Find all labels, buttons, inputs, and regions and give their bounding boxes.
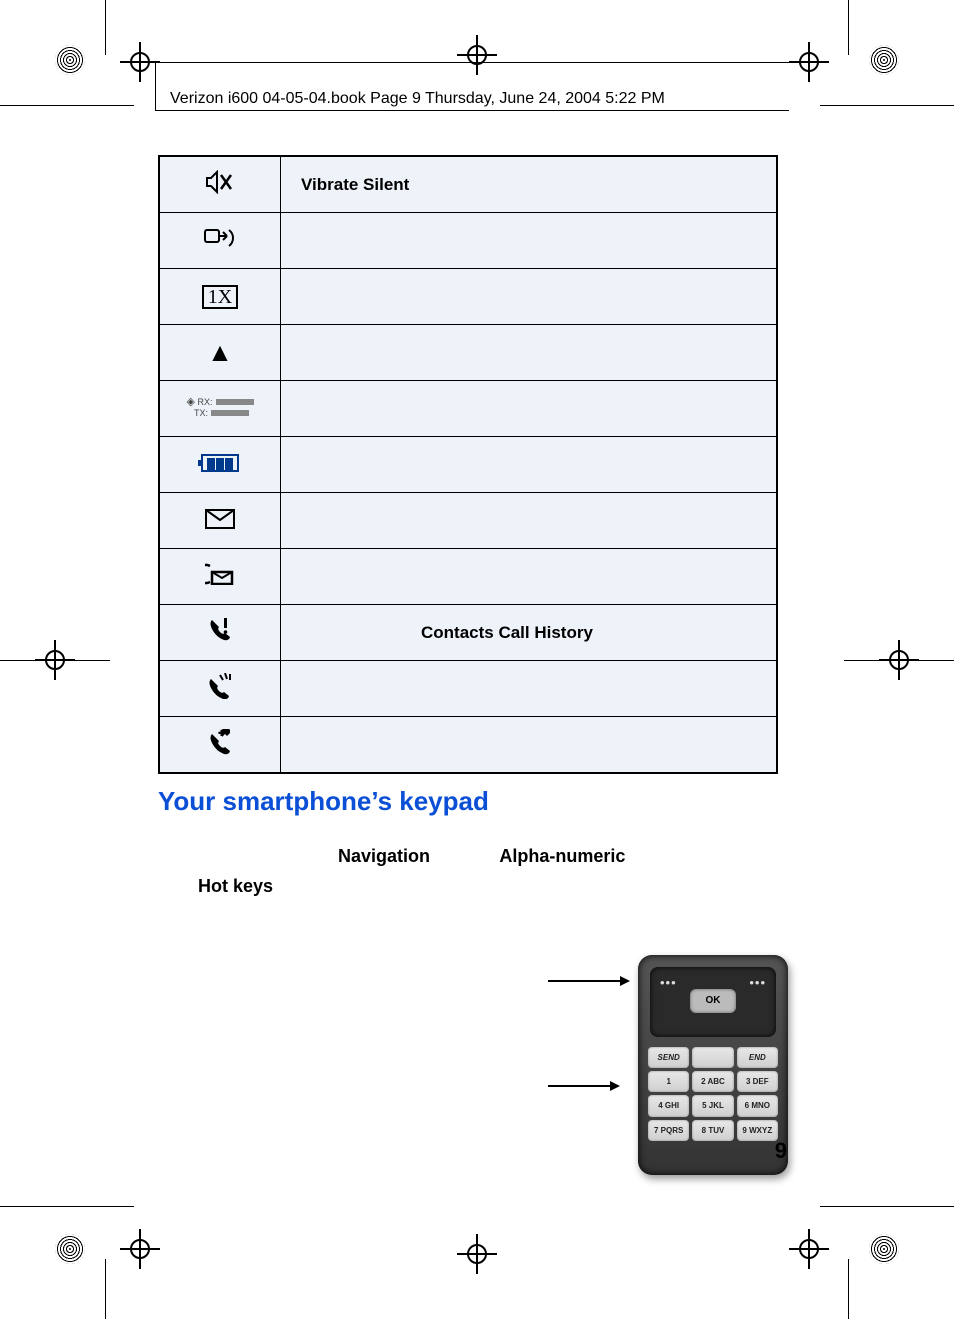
reg-mark-br	[869, 1234, 899, 1264]
ok-button-icon: OK	[690, 989, 736, 1013]
phone-illustration: ••• ••• OK SEND END 1 2 ABC 3 DEF 4 GHI …	[608, 945, 808, 1205]
send-key: SEND	[648, 1047, 689, 1068]
voicemail-desc	[281, 549, 778, 605]
roam-icon-cell: ▲	[159, 325, 281, 381]
content-area: Vibrate Silent 1X ▲	[158, 155, 778, 901]
envelope-desc	[281, 493, 778, 549]
missed-label: Contacts Call History	[421, 623, 593, 642]
crop-rule-top-b	[820, 105, 954, 106]
crop-rule-tl-v	[105, 0, 106, 55]
table-row: ▲	[159, 325, 777, 381]
envelope-icon-cell	[159, 493, 281, 549]
key-4: 4 GHI	[648, 1095, 689, 1116]
mute-icon-cell	[159, 156, 281, 213]
battery-desc	[281, 437, 778, 493]
crop-rule-left-h	[0, 660, 110, 661]
call-hold-icon	[207, 729, 233, 759]
hold-icon-cell	[159, 717, 281, 774]
key-6: 6 MNO	[737, 1095, 778, 1116]
battery-icon	[201, 454, 239, 472]
page-number: 9	[167, 1138, 787, 1164]
keypad-labels: Navigation Alpha-numeric Hot keys	[158, 841, 778, 901]
blank-key	[692, 1047, 733, 1068]
call-forward-icon	[203, 226, 237, 254]
table-row: Contacts Call History	[159, 605, 777, 661]
incoming-icon-cell	[159, 661, 281, 717]
softkey-right-icon: •••	[749, 975, 766, 990]
crop-rule-bl-v	[105, 1259, 106, 1319]
key-3: 3 DEF	[737, 1071, 778, 1092]
voicemail-icon-cell	[159, 549, 281, 605]
hot-label: Hot keys	[198, 876, 273, 896]
header-frame-top	[155, 62, 789, 63]
mute-label: Vibrate Silent	[301, 175, 409, 194]
arrow-top	[548, 980, 628, 982]
rxtx-icon-cell: ◈ RX: TX:	[159, 381, 281, 437]
table-row	[159, 213, 777, 269]
onex-icon-cell: 1X	[159, 269, 281, 325]
battery-icon-cell	[159, 437, 281, 493]
incoming-desc	[281, 661, 778, 717]
incoming-call-icon	[206, 673, 234, 703]
crop-rule-top-a	[0, 105, 134, 106]
speaker-mute-icon	[205, 170, 235, 198]
crop-rule-tr-v	[848, 0, 849, 55]
rx-label: RX:	[197, 397, 212, 407]
section-heading: Your smartphone’s keypad	[158, 786, 778, 817]
crop-rule-bottom-a	[0, 1206, 134, 1207]
table-row	[159, 437, 777, 493]
table-row: Vibrate Silent	[159, 156, 777, 213]
one-x-icon: 1X	[202, 285, 238, 309]
missed-call-icon	[207, 617, 233, 647]
table-row: 1X	[159, 269, 777, 325]
table-row	[159, 661, 777, 717]
table-row	[159, 549, 777, 605]
table-row: ◈ RX: TX:	[159, 381, 777, 437]
phone-nav-area: ••• ••• OK	[650, 967, 776, 1037]
tx-label: TX:	[194, 408, 208, 418]
triangle-up-icon: ▲	[207, 339, 233, 365]
cross-mark-footer-right	[789, 1229, 829, 1269]
alpha-label: Alpha-numeric	[499, 846, 625, 866]
forward-desc	[281, 213, 778, 269]
header-frame-left	[155, 62, 156, 110]
page-header-rule	[155, 110, 789, 111]
page-header-text: Verizon i600 04-05-04.book Page 9 Thursd…	[170, 90, 665, 108]
crop-rule-br-v	[848, 1259, 849, 1319]
missed-desc: Contacts Call History	[281, 605, 778, 661]
key-2: 2 ABC	[692, 1071, 733, 1092]
crop-rule-right-h	[844, 660, 954, 661]
softkey-left-icon: •••	[660, 975, 677, 990]
rxtx-icon: ◈ RX: TX:	[187, 397, 254, 419]
reg-mark-tl	[55, 45, 85, 75]
roam-desc	[281, 325, 778, 381]
table-row	[159, 493, 777, 549]
missed-icon-cell	[159, 605, 281, 661]
icon-table: Vibrate Silent 1X ▲	[158, 155, 778, 774]
envelope-icon	[205, 507, 235, 533]
onex-desc	[281, 269, 778, 325]
nav-label: Navigation	[338, 846, 430, 866]
cross-mark-bottom	[457, 1234, 497, 1274]
voicemail-icon	[205, 563, 235, 589]
reg-mark-tr	[869, 45, 899, 75]
hold-desc	[281, 717, 778, 774]
cross-mark-footer-left	[120, 1229, 160, 1269]
crop-rule-bottom-b	[820, 1206, 954, 1207]
reg-mark-bl	[55, 1234, 85, 1264]
arrow-bottom	[548, 1085, 618, 1087]
cross-mark-top	[457, 35, 497, 75]
mute-desc: Vibrate Silent	[281, 156, 778, 213]
cross-mark-header-left	[120, 42, 160, 82]
table-row	[159, 717, 777, 774]
key-1: 1	[648, 1071, 689, 1092]
key-5: 5 JKL	[692, 1095, 733, 1116]
end-key: END	[737, 1047, 778, 1068]
cross-mark-header-right	[789, 42, 829, 82]
rxtx-desc	[281, 381, 778, 437]
forward-icon-cell	[159, 213, 281, 269]
